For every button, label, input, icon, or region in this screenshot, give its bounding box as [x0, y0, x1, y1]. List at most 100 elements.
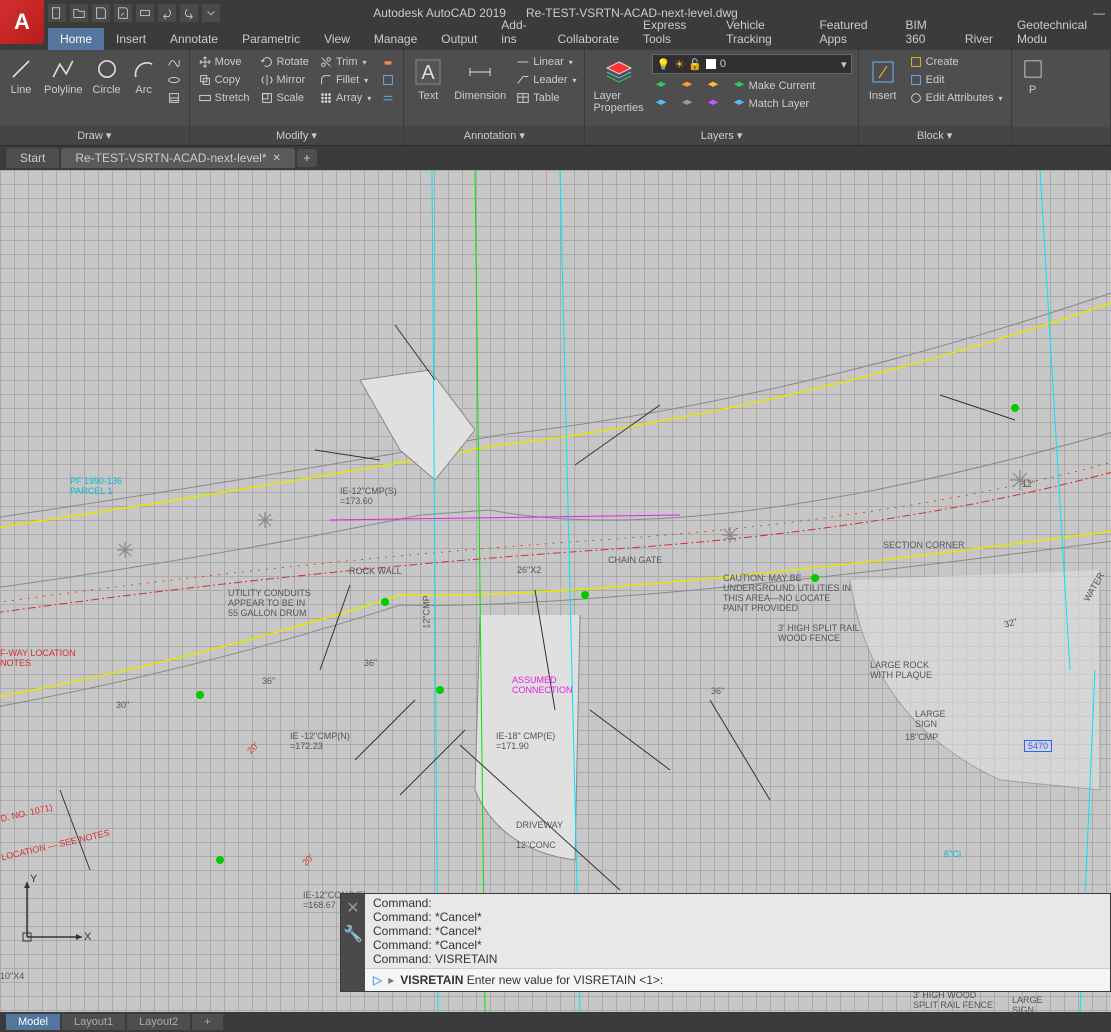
close-cmdwin-icon[interactable]: ✕ [346, 898, 359, 918]
polyline-tool[interactable]: Polyline [42, 54, 85, 126]
app-logo[interactable]: A [0, 0, 44, 44]
arc-tool[interactable]: Arc [129, 54, 159, 126]
line-tool[interactable]: Line [6, 54, 36, 126]
drawing-content [0, 170, 1111, 1012]
layer-iso-icon[interactable] [678, 78, 696, 94]
drawing-label: IE-12"CMP(S) =173.60 [340, 486, 397, 506]
ellipse-icon[interactable] [165, 72, 183, 88]
command-chevron-icon: ▷ [373, 973, 382, 987]
stretch-tool[interactable]: Stretch [196, 90, 252, 106]
block-create[interactable]: Create [907, 54, 1005, 70]
hatch-icon[interactable] [165, 90, 183, 106]
cmdwin-settings-icon[interactable]: 🔧 [343, 924, 363, 944]
command-input[interactable]: ▷ ▸ VISRETAIN Enter new value for VISRET… [365, 968, 1110, 991]
menu-parametric[interactable]: Parametric [230, 28, 312, 50]
svg-text:X: X [84, 931, 92, 943]
drawing-label: 12"CONC [516, 840, 556, 850]
dimension-tool[interactable]: Dimension [452, 54, 508, 126]
layout-tabs: ModelLayout1Layout2+ [0, 1012, 1111, 1032]
menu-home[interactable]: Home [48, 28, 104, 50]
panel-modify: Move Copy Stretch Rotate Mirror Scale Tr… [190, 50, 405, 145]
sun-icon: ☀ [674, 58, 684, 71]
layout-tab-layout2[interactable]: Layout2 [127, 1014, 190, 1030]
menu-manage[interactable]: Manage [362, 28, 429, 50]
panel-title-block[interactable]: Block ▾ [859, 126, 1011, 145]
layout-tab-layout1[interactable]: Layout1 [62, 1014, 125, 1030]
qat-open[interactable] [70, 4, 88, 22]
layer-properties[interactable]: Layer Properties [591, 54, 645, 126]
make-current[interactable]: Make Current [730, 78, 818, 94]
layer-lock-icon[interactable] [704, 96, 722, 112]
drawing-label: 12" [1022, 479, 1035, 489]
qat-saveas[interactable] [114, 4, 132, 22]
command-window[interactable]: ✕ 🔧 Command:Command: *Cancel*Command: *C… [340, 893, 1111, 992]
drawing-label: IE-18" CMP(E) =171.90 [496, 731, 555, 751]
layout-tab-model[interactable]: Model [6, 1014, 60, 1030]
panel-title-modify[interactable]: Modify ▾ [190, 126, 404, 145]
menu-featured-apps[interactable]: Featured Apps [807, 14, 893, 50]
qat-save[interactable] [92, 4, 110, 22]
menu-annotate[interactable]: Annotate [158, 28, 230, 50]
layer-combo[interactable]: 💡 ☀ 🔓 0 ▾ [652, 54, 852, 74]
menu-output[interactable]: Output [429, 28, 489, 50]
properties-truncated[interactable]: P [1018, 54, 1048, 127]
panel-title-layers[interactable]: Layers ▾ [585, 126, 857, 145]
match-layer[interactable]: Match Layer [730, 96, 818, 112]
drawing-canvas[interactable]: IE-12"CMP(S) =173.60ROCK WALLUTILITY CON… [0, 170, 1111, 1012]
menu-bim-360[interactable]: BIM 360 [893, 14, 952, 50]
linear-dim[interactable]: Linear [514, 54, 578, 70]
qat-more[interactable] [202, 4, 220, 22]
explode-icon[interactable] [379, 72, 397, 88]
array-tool[interactable]: Array [317, 90, 373, 106]
edit-attributes[interactable]: Edit Attributes [907, 90, 1005, 106]
layer-freeze-icon[interactable] [704, 78, 722, 94]
qat-redo[interactable] [180, 4, 198, 22]
panel-layers: Layer Properties 💡 ☀ 🔓 0 ▾ [585, 50, 858, 145]
add-layout-tab[interactable]: + [192, 1014, 222, 1030]
add-tab[interactable]: + [297, 149, 317, 167]
drawing-label: ASSUMED CONNECTION [512, 675, 573, 695]
ucs-icon: X Y [12, 872, 92, 952]
start-tab[interactable]: Start [6, 148, 59, 168]
rotate-tool[interactable]: Rotate [258, 54, 311, 70]
drawing-label: 12"CMP [422, 595, 432, 628]
leader-tool[interactable]: Leader [514, 72, 578, 88]
qat-new[interactable] [48, 4, 66, 22]
circle-tool[interactable]: Circle [91, 54, 123, 126]
layer-state-a-icon[interactable] [652, 78, 670, 94]
document-tab[interactable]: Re-TEST-VSRTN-ACAD-next-level*✕ [61, 148, 295, 168]
copy-tool[interactable]: Copy [196, 72, 252, 88]
spline-icon[interactable] [165, 54, 183, 70]
text-tool[interactable]: AText [410, 54, 446, 126]
scale-tool[interactable]: Scale [258, 90, 311, 106]
drawing-label: SECTION CORNER [883, 540, 965, 550]
menu-collaborate[interactable]: Collaborate [546, 28, 631, 50]
mirror-tool[interactable]: Mirror [258, 72, 311, 88]
fillet-tool[interactable]: Fillet [317, 72, 373, 88]
qat-plot[interactable] [136, 4, 154, 22]
lock-icon: 🔓 [688, 58, 702, 71]
layer-state-b-icon[interactable] [652, 96, 670, 112]
offset-icon[interactable] [379, 90, 397, 106]
menu-view[interactable]: View [312, 28, 362, 50]
close-icon[interactable]: ✕ [273, 153, 281, 164]
erase-icon[interactable] [379, 54, 397, 70]
layer-off-icon[interactable] [678, 96, 696, 112]
menu-river[interactable]: River [953, 28, 1005, 50]
menu-insert[interactable]: Insert [104, 28, 158, 50]
drawing-label: F-WAY LOCATION NOTES [0, 648, 76, 668]
svg-text:Y: Y [30, 873, 38, 885]
trim-tool[interactable]: Trim [317, 54, 373, 70]
minimize-button[interactable]: — [1093, 6, 1105, 20]
insert-block[interactable]: Insert [865, 54, 901, 126]
drawing-label: 36" [262, 676, 275, 686]
table-tool[interactable]: Table [514, 90, 578, 106]
lightbulb-icon: 💡 [657, 58, 671, 71]
drawing-label: 6"CI [944, 849, 961, 859]
panel-title-annotation[interactable]: Annotation ▾ [404, 126, 584, 145]
qat-undo[interactable] [158, 4, 176, 22]
panel-title-draw[interactable]: Draw ▾ [0, 126, 189, 145]
menu-bar: HomeInsertAnnotateParametricViewManageOu… [0, 26, 1111, 50]
move-tool[interactable]: Move [196, 54, 252, 70]
block-edit[interactable]: Edit [907, 72, 1005, 88]
